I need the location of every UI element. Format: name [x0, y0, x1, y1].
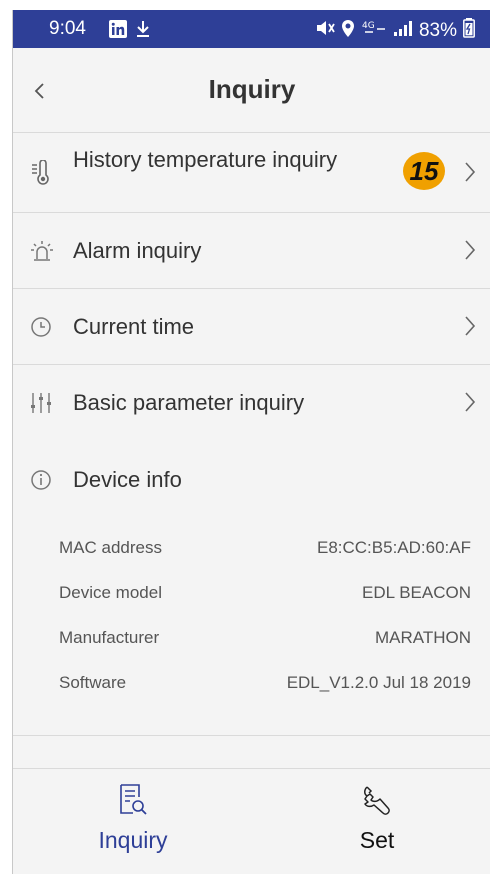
- mute-icon: [315, 19, 335, 43]
- nav-inquiry[interactable]: Inquiry: [53, 769, 213, 874]
- clock-icon: [29, 315, 53, 339]
- menu-item-label: History temperature inquiry: [73, 147, 338, 172]
- network-4g-icon: 4G: [361, 19, 387, 43]
- nav-set[interactable]: Set: [297, 769, 457, 874]
- chevron-right-icon: [463, 315, 477, 337]
- status-right-icons: 4G 83%: [315, 18, 475, 44]
- info-row-software: Software EDL_V1.2.0 Jul 18 2019: [59, 673, 471, 697]
- linkedin-notification-icon: [109, 20, 127, 43]
- info-row-manufacturer: Manufacturer MARATHON: [59, 628, 471, 652]
- thermometer-icon: [29, 159, 53, 185]
- status-left-icons: [109, 20, 151, 43]
- info-key: MAC address: [59, 538, 162, 557]
- info-value: E8:CC:B5:AD:60:AF: [316, 538, 471, 557]
- info-row-mac: MAC address E8:CC:B5:AD:60:AF: [59, 538, 471, 562]
- svg-text:4G: 4G: [362, 21, 375, 31]
- menu-item-label: Current time: [73, 314, 195, 339]
- info-value: EDL_V1.2.0 Jul 18 2019: [286, 673, 471, 692]
- menu-item-label: Alarm inquiry: [73, 238, 202, 263]
- menu-item-label: Basic parameter inquiry: [73, 390, 305, 415]
- info-key: Manufacturer: [59, 628, 160, 647]
- chevron-right-icon: [463, 239, 477, 261]
- alarm-icon: [29, 239, 53, 263]
- phone-screen: 9:04 4G 83% Inquiry History temperature …: [12, 10, 490, 874]
- info-value: EDL BEACON: [362, 583, 471, 602]
- notification-badge: 15: [403, 152, 445, 190]
- battery-percent: 83%: [418, 20, 457, 41]
- device-info-title: Device info: [73, 467, 182, 492]
- info-row-model: Device model EDL BEACON: [59, 583, 471, 607]
- menu-item-history-temperature[interactable]: History temperature inquiry 15: [13, 133, 490, 213]
- wrench-icon: [361, 783, 393, 817]
- nav-label: Inquiry: [98, 827, 168, 853]
- location-icon: [341, 19, 355, 44]
- info-key: Device model: [59, 583, 162, 602]
- nav-label: Set: [359, 827, 395, 853]
- bottom-nav: Inquiry Set: [13, 768, 490, 874]
- menu-item-basic-parameter[interactable]: Basic parameter inquiry: [13, 365, 490, 441]
- status-bar: 9:04 4G 83%: [13, 10, 490, 48]
- menu-item-alarm-inquiry[interactable]: Alarm inquiry: [13, 213, 490, 289]
- signal-icon: [393, 19, 413, 43]
- info-key: Software: [59, 673, 127, 692]
- sliders-icon: [29, 391, 53, 415]
- chevron-right-icon: [463, 391, 477, 413]
- app-header: Inquiry: [13, 48, 490, 133]
- inquiry-document-icon: [117, 783, 149, 817]
- info-icon: [29, 468, 53, 492]
- chevron-right-icon: [463, 161, 477, 183]
- menu-item-current-time[interactable]: Current time: [13, 289, 490, 365]
- battery-icon: [463, 18, 475, 44]
- device-info-section: Device info MAC address E8:CC:B5:AD:60:A…: [13, 432, 490, 736]
- status-time: 9:04: [49, 18, 86, 39]
- info-value: MARATHON: [374, 628, 471, 647]
- page-title: Inquiry: [208, 74, 296, 104]
- download-icon: [135, 20, 151, 43]
